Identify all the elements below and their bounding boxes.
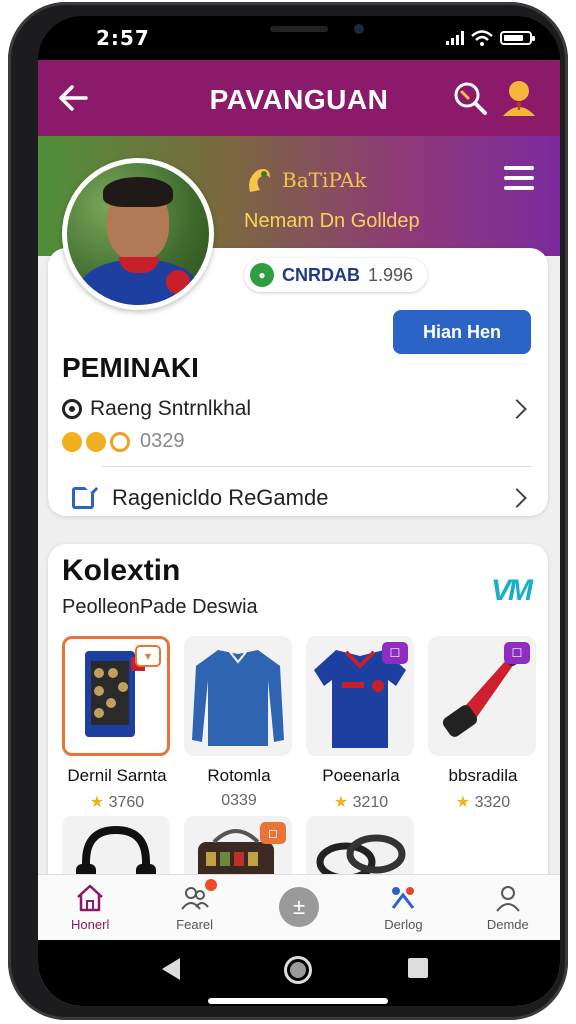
- chevron-right-icon: [507, 399, 527, 419]
- brand-name: BaTiPAk: [282, 168, 367, 192]
- product-image: ☐: [306, 636, 414, 756]
- product-card[interactable]: ☐ Poeenarla ★ 3210: [306, 636, 416, 812]
- long-sleeve-jersey-image: [192, 650, 284, 746]
- player-name: PEMINAKI: [62, 352, 199, 383]
- camera-notch: [184, 16, 420, 56]
- rating-label: CNRDAB: [282, 264, 360, 285]
- wifi-icon: [471, 30, 493, 46]
- speaker-grille: [270, 26, 328, 32]
- star-icon: ★: [89, 794, 105, 811]
- nav-item-profile[interactable]: Demde: [456, 875, 560, 940]
- sponsor-logo: VM: [491, 574, 533, 607]
- collection-card: Kolextin PeolleonPade Deswia VM ▾ Dernil…: [48, 544, 548, 904]
- signal-icon: [446, 31, 464, 45]
- status-time: 2:57: [96, 26, 150, 50]
- search-icon[interactable]: [452, 80, 488, 116]
- home-indicator[interactable]: [208, 998, 388, 1004]
- collection-title: Kolextin: [62, 554, 181, 587]
- product-name: Dernil Sarnta: [67, 766, 167, 785]
- player-photo: [67, 163, 209, 305]
- coin-icon: [62, 431, 82, 452]
- nav-label: Honerl: [71, 917, 110, 932]
- star-icon: ★: [455, 794, 471, 811]
- front-camera: [354, 24, 364, 34]
- product-tag-icon: ☐: [382, 642, 408, 664]
- brand: BaTiPAk: [244, 164, 367, 196]
- target-icon: [62, 399, 82, 419]
- collection-subtitle: PeolleonPade Deswia: [62, 596, 258, 618]
- nav-item-tactics[interactable]: Derlog: [351, 875, 455, 940]
- divider: [102, 466, 532, 467]
- product-tag-icon: ☐: [504, 642, 530, 664]
- product-rating: 0339: [221, 792, 257, 809]
- brand-logo-icon: [249, 169, 270, 192]
- rating-badge: ● CNRDAB 1.996: [244, 258, 428, 292]
- system-back-icon[interactable]: [162, 958, 180, 980]
- nav-label: Demde: [486, 917, 529, 932]
- nav-label: Derlog: [384, 917, 423, 932]
- phone-frame: 2:57 PAVANGUAN BaTiPAk Nemam Dn Golldep …: [8, 2, 568, 1020]
- chevron-right-icon: [507, 488, 527, 508]
- product-tag-icon: ▾: [135, 645, 161, 667]
- points-value: 0329: [140, 430, 185, 452]
- tactics-icon: [392, 887, 415, 909]
- product-card[interactable]: ▾ Dernil Sarnta ★ 3760: [62, 636, 172, 812]
- home-icon: [77, 884, 104, 912]
- battery-icon: [500, 31, 535, 45]
- system-home-icon[interactable]: [284, 956, 312, 984]
- skill-text: Raeng Sntrnlkhal: [90, 397, 252, 420]
- product-rating: ★ 3210: [333, 794, 389, 811]
- user-icon: [496, 886, 520, 912]
- status-bar: 2:57: [38, 16, 560, 60]
- points-row: 0329: [62, 430, 185, 453]
- product-card[interactable]: ☐ bbsradila ★ 3320: [428, 636, 538, 812]
- product-tag-icon: ◻: [260, 822, 286, 844]
- product-rating: ★ 3760: [89, 794, 145, 811]
- product-card[interactable]: Rotomla 0339: [184, 636, 294, 810]
- rating-value: 1.996: [368, 264, 414, 285]
- follow-button[interactable]: Hian Hen: [393, 310, 531, 354]
- hamburger-menu-icon[interactable]: [504, 166, 534, 192]
- product-image: [184, 636, 292, 756]
- recommend-text: Ragenicldo ReGamde: [112, 485, 329, 510]
- avatar[interactable]: [62, 158, 214, 310]
- club-crest-icon: [163, 267, 193, 297]
- product-image: ☐: [428, 636, 536, 756]
- user-profile-icon[interactable]: [500, 78, 538, 118]
- center-action-icon: ±: [279, 887, 320, 927]
- product-image: ▾: [62, 636, 170, 756]
- product-name: bbsradila: [448, 766, 518, 785]
- rating-badge-icon: ●: [250, 263, 274, 287]
- status-icons: [446, 30, 535, 46]
- app-bar: PAVANGUAN: [38, 60, 560, 136]
- edit-icon: [72, 487, 94, 509]
- coin-icon: [110, 431, 130, 452]
- bottom-nav: Honerl Fearel ± Derlog Demde: [38, 874, 560, 940]
- nav-item-center[interactable]: ±: [247, 875, 351, 940]
- skill-row[interactable]: Raeng Sntrnlkhal: [62, 392, 532, 426]
- system-nav-bar: [38, 940, 560, 1006]
- nav-item-home[interactable]: Honerl: [38, 875, 142, 940]
- nav-label: Fearel: [176, 917, 214, 932]
- product-name: Rotomla: [207, 766, 271, 785]
- banner-tagline: Nemam Dn Golldep: [244, 210, 420, 232]
- star-icon: ★: [333, 794, 349, 811]
- screen: 2:57 PAVANGUAN BaTiPAk Nemam Dn Golldep …: [38, 16, 560, 1006]
- product-rating: ★ 3320: [455, 794, 511, 811]
- nav-item-friends[interactable]: Fearel: [142, 875, 246, 940]
- recommend-row[interactable]: Ragenicldo ReGamde: [72, 478, 532, 518]
- product-name: Poeenarla: [322, 766, 400, 785]
- coin-icon: [86, 431, 106, 452]
- notification-dot: [204, 879, 217, 891]
- system-recents-icon[interactable]: [408, 958, 428, 978]
